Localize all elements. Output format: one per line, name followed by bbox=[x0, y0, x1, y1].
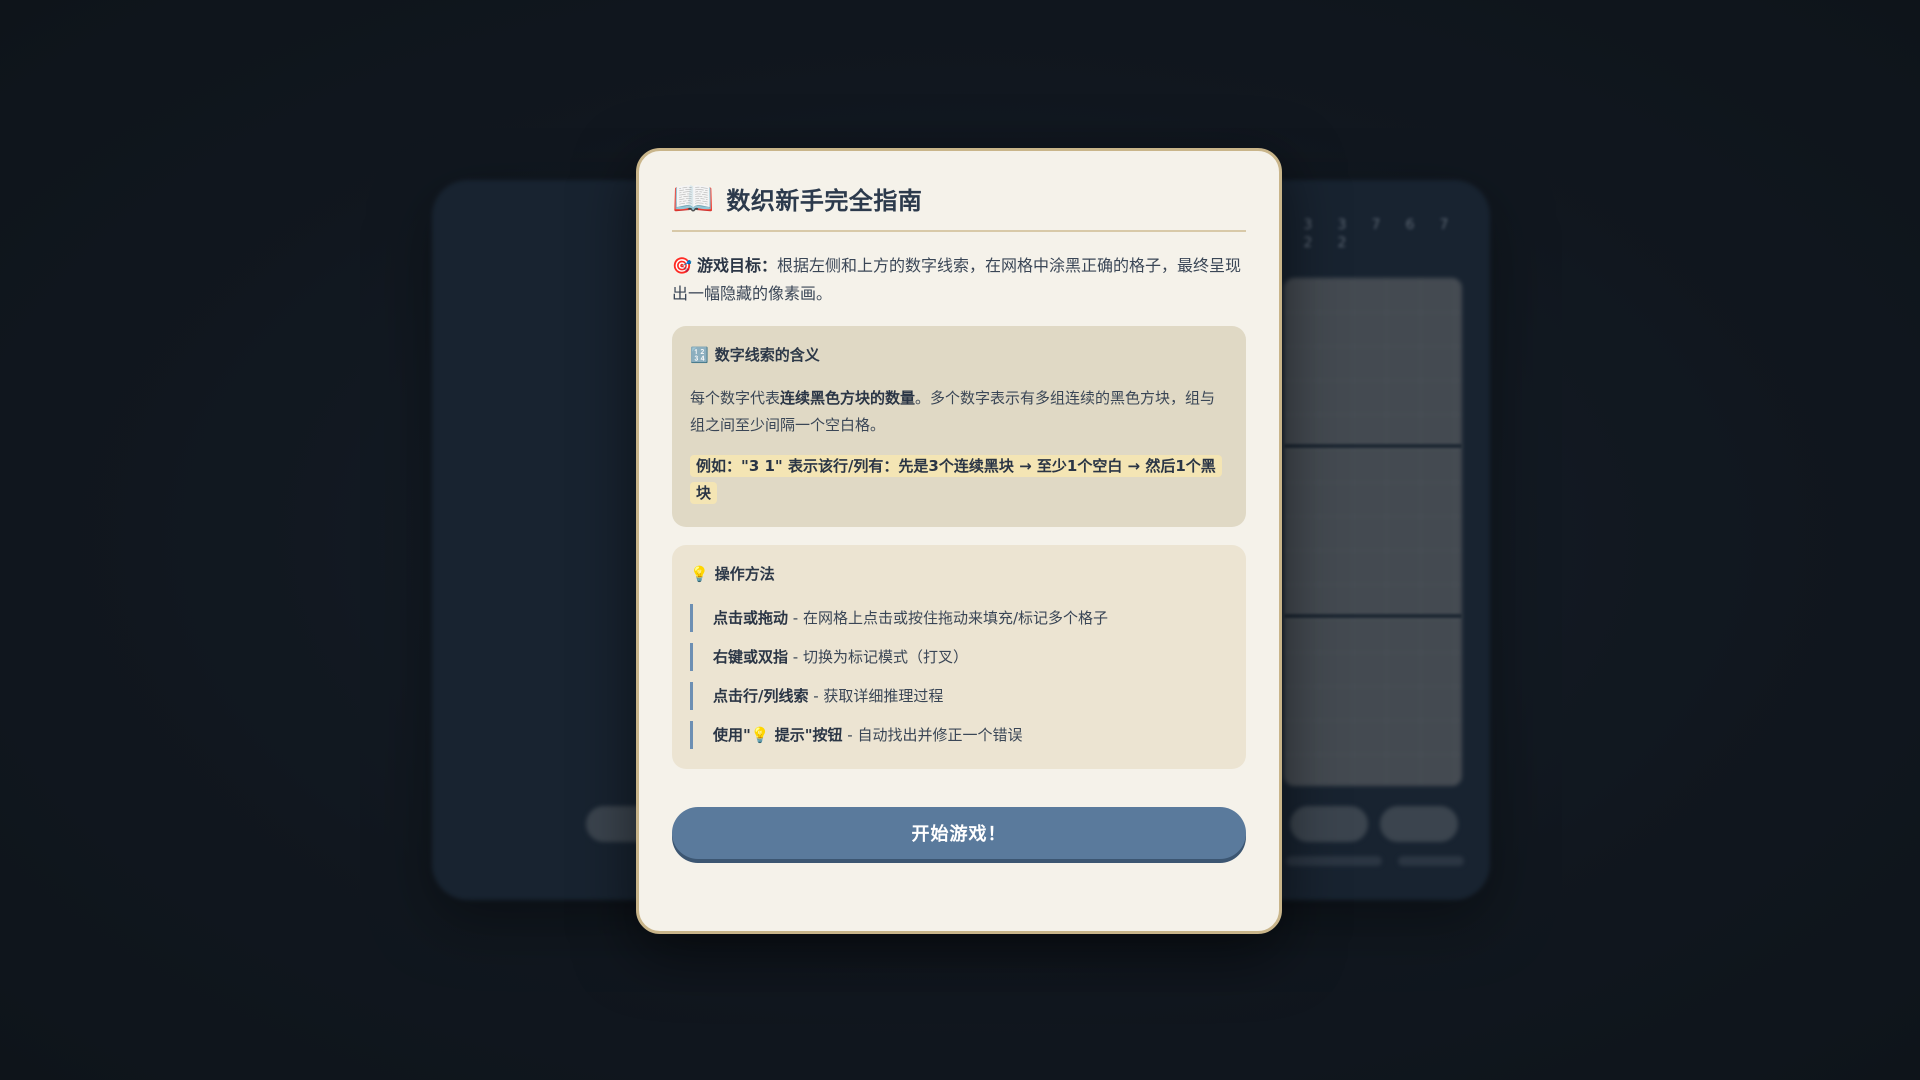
start-game-button[interactable]: 开始游戏！ bbox=[672, 807, 1246, 859]
clue-meaning-title: 🔢 数字线索的含义 bbox=[690, 345, 820, 365]
clue-meaning-text: 每个数字代表连续黑色方块的数量。多个数字表示有多组连续的黑色方块，组与组之间至少… bbox=[690, 389, 1216, 434]
list-item: 使用"💡 提示"按钮 - 自动找出并修正一个错误 bbox=[690, 721, 1228, 749]
controls-list: 点击或拖动 - 在网格上点击或按住拖动来填充/标记多个格子 右键或双指 - 切换… bbox=[690, 604, 1228, 749]
list-item: 点击或拖动 - 在网格上点击或按住拖动来填充/标记多个格子 bbox=[690, 604, 1228, 632]
modal-title: 数织新手完全指南 bbox=[726, 187, 923, 215]
target-icon: 🎯 bbox=[672, 256, 692, 275]
game-goal-paragraph: 🎯 游戏目标：根据左侧和上方的数字线索，在网格中涂黑正确的格子，最终呈现出一幅隐… bbox=[672, 252, 1246, 308]
modal-header: 📖 数织新手完全指南 bbox=[672, 181, 1246, 232]
numbers-icon: 🔢 bbox=[690, 345, 709, 364]
list-item: 右键或双指 - 切换为标记模式（打叉） bbox=[690, 643, 1228, 671]
goal-label: 游戏目标： bbox=[697, 256, 778, 275]
book-icon: 📖 bbox=[672, 178, 715, 219]
clue-example: 例如："3 1" 表示该行/列有：先是3个连续黑块 → 至少1个空白 → 然后1… bbox=[690, 453, 1228, 507]
controls-title: 💡 操作方法 bbox=[690, 564, 775, 584]
list-item: 点击行/列线索 - 获取详细推理过程 bbox=[690, 682, 1228, 710]
controls-card: 💡 操作方法 点击或拖动 - 在网格上点击或按住拖动来填充/标记多个格子 右键或… bbox=[672, 545, 1246, 769]
clue-meaning-card: 🔢 数字线索的含义 每个数字代表连续黑色方块的数量。多个数字表示有多组连续的黑色… bbox=[672, 326, 1246, 527]
lightbulb-icon: 💡 bbox=[690, 564, 709, 583]
beginner-guide-modal: 📖 数织新手完全指南 🎯 游戏目标：根据左侧和上方的数字线索，在网格中涂黑正确的… bbox=[636, 148, 1282, 934]
